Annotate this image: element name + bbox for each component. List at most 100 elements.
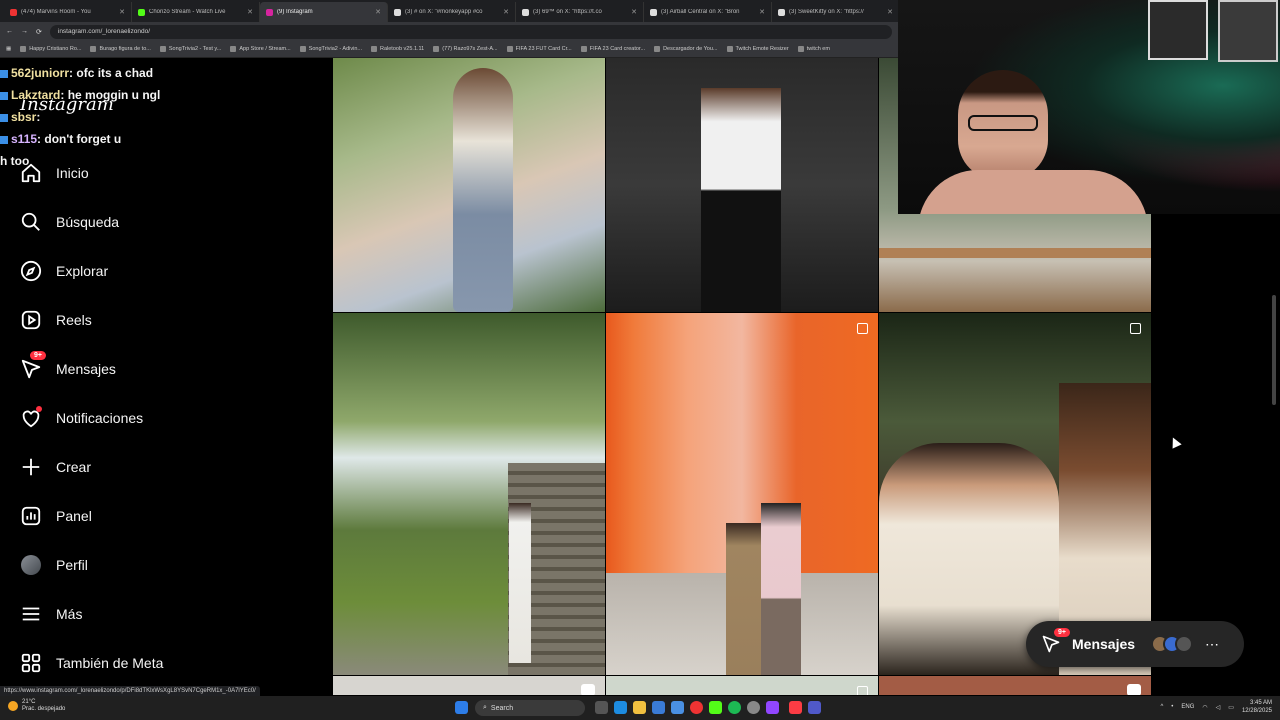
sidebar-item-crear[interactable]: Crear	[18, 453, 91, 481]
bookmark-item[interactable]: Twitch Emote Resizer	[726, 46, 789, 52]
post-tile[interactable]	[606, 58, 878, 312]
clock-time: 3:45 AM	[1249, 700, 1272, 706]
multiple-photos-icon	[857, 323, 868, 334]
bookmark-item[interactable]: twitch em	[797, 46, 830, 52]
sidebar-item-tambi-n-de-meta[interactable]: También de Meta	[18, 649, 163, 677]
bookmark-item[interactable]: Happy Cristiano Ro...	[20, 46, 81, 52]
more-icon[interactable]: ⋯	[1205, 636, 1219, 653]
music-icon[interactable]	[789, 701, 802, 714]
chat-message: 562juniorr: ofc its a chad	[0, 62, 210, 84]
app-icon[interactable]	[709, 701, 722, 714]
sidebar-item-reels[interactable]: Reels	[18, 306, 92, 334]
wifi-icon[interactable]: ◠	[1202, 704, 1207, 711]
windows-taskbar: 21°C Prac. despejado ⌕ Search ^ • ENG ◠ ◁…	[0, 696, 1280, 720]
tab-favicon	[10, 8, 17, 16]
task-view-icon[interactable]	[595, 701, 608, 714]
store-icon[interactable]	[652, 701, 665, 714]
reels-icon	[18, 308, 43, 333]
close-icon[interactable]: ✕	[631, 8, 637, 16]
page-scrollbar[interactable]	[1272, 295, 1276, 405]
messages-floating-button[interactable]: 9+ Mensajes ⋯	[1026, 621, 1244, 667]
teams-icon[interactable]	[808, 701, 821, 714]
bookmark-label: SongTrivia2 - Test y...	[168, 46, 222, 52]
taskbar-search[interactable]: ⌕ Search	[475, 700, 585, 716]
chat-username: Lakztard	[11, 88, 61, 102]
microphone-icon[interactable]: •	[1171, 704, 1173, 710]
weather-widget[interactable]: 21°C Prac. despejado	[8, 699, 65, 713]
bookmark-item[interactable]: SongTrivia2 - Adivin...	[299, 46, 362, 52]
obs-icon[interactable]	[747, 701, 760, 714]
messages-label: Mensajes	[1072, 636, 1136, 652]
close-icon[interactable]: ✕	[375, 8, 381, 16]
bookmark-item[interactable]: FIFA 23 Card creator...	[580, 46, 645, 52]
close-icon[interactable]: ✕	[759, 8, 765, 16]
weather-description: Prac. despejado	[22, 706, 66, 712]
post-tile[interactable]	[606, 313, 878, 675]
apps-icon[interactable]: ▦	[6, 46, 11, 52]
chat-badge-icon	[0, 113, 8, 122]
sidebar-item-b-squeda[interactable]: Búsqueda	[18, 208, 119, 236]
sidebar-item-m-s[interactable]: Más	[18, 600, 82, 628]
browser-tab[interactable]: (3) # on X: "#monkeyapp #co ✕	[388, 2, 516, 22]
bookmark-item[interactable]: SongTrivia2 - Test y...	[159, 46, 222, 52]
chrome-icon[interactable]	[690, 701, 703, 714]
bookmark-item[interactable]: Raletoob v25.1.11	[371, 46, 424, 52]
back-icon[interactable]: ←	[6, 28, 13, 35]
file-explorer-icon[interactable]	[633, 701, 646, 714]
bookmark-favicon	[654, 46, 661, 52]
chat-badge-icon	[0, 69, 8, 78]
browser-tab[interactable]: Chorizo Stream - Watch Live ✕	[132, 2, 260, 22]
post-tile[interactable]	[879, 676, 1151, 695]
bookmark-label: SongTrivia2 - Adivin...	[308, 46, 362, 52]
bookmark-favicon	[90, 46, 97, 52]
close-icon[interactable]: ✕	[247, 8, 253, 16]
browser-tab[interactable]: (9) Instagram ✕	[260, 2, 388, 22]
post-tile[interactable]	[333, 676, 605, 695]
bookmark-item[interactable]: App Store / Stream...	[230, 46, 291, 52]
clock[interactable]: 3:45 AM 12/28/2025	[1242, 699, 1272, 715]
edge-icon[interactable]	[614, 701, 627, 714]
tab-favicon	[650, 8, 657, 16]
bookmark-favicon	[371, 46, 377, 52]
sidebar-item-notificaciones[interactable]: Notificaciones	[18, 404, 143, 432]
bookmark-item[interactable]: (77) Razo97s Zest-A...	[433, 46, 498, 52]
post-tile[interactable]	[606, 676, 878, 695]
mail-icon[interactable]	[671, 701, 684, 714]
avatar	[1175, 635, 1194, 653]
bookmark-item[interactable]: Burago figura de to...	[90, 46, 151, 52]
browser-tab[interactable]: (474) Marvins Room - You ✕	[4, 2, 132, 22]
browser-tab[interactable]: (3) 69™ on X: "https://t.co ✕	[516, 2, 644, 22]
weather-temperature: 21°C	[22, 699, 36, 705]
sidebar-item-perfil[interactable]: Perfil	[18, 551, 88, 579]
address-bar[interactable]: instagram.com/_lorenaelizondo/	[49, 24, 892, 39]
battery-icon[interactable]: ▭	[1228, 704, 1234, 711]
compass-icon	[18, 259, 43, 284]
close-icon[interactable]: ✕	[887, 8, 893, 16]
forward-icon[interactable]: →	[21, 28, 28, 35]
volume-icon[interactable]: ◁	[1216, 704, 1221, 711]
twitch-icon[interactable]	[766, 701, 779, 714]
post-tile[interactable]	[333, 313, 605, 675]
close-icon[interactable]: ✕	[503, 8, 509, 16]
chat-text: : he moggin u ngl	[60, 88, 161, 102]
sidebar-item-panel[interactable]: Panel	[18, 502, 92, 530]
bookmark-item[interactable]: FIFA 23 FUT Card Cr...	[506, 46, 572, 52]
tab-title: (474) Marvins Room - You	[21, 9, 91, 15]
bookmark-item[interactable]: Descargador de You...	[654, 46, 718, 52]
chat-username: s115	[11, 132, 38, 146]
spotify-icon[interactable]	[728, 701, 741, 714]
sidebar-item-label: Más	[56, 606, 83, 622]
browser-tab[interactable]: (3) Airball Central on X: "Bron ✕	[644, 2, 772, 22]
sidebar-item-mensajes[interactable]: 9+ Mensajes	[18, 350, 116, 383]
windows-start-icon[interactable]	[455, 701, 468, 714]
menu-icon	[18, 602, 43, 627]
close-icon[interactable]: ✕	[119, 8, 125, 16]
chevron-up-icon[interactable]: ^	[1160, 704, 1163, 710]
browser-tab[interactable]: (3) SweetKitty on X: "https:// ✕	[772, 2, 898, 22]
bookmark-favicon	[159, 46, 166, 52]
sidebar-item-explorar[interactable]: Explorar	[18, 257, 108, 285]
language-indicator[interactable]: ENG	[1181, 704, 1194, 710]
post-tile[interactable]	[333, 58, 605, 312]
reload-icon[interactable]: ⟳	[36, 28, 42, 36]
browser-toolbar: ← → ⟳ instagram.com/_lorenaelizondo/	[0, 22, 898, 41]
